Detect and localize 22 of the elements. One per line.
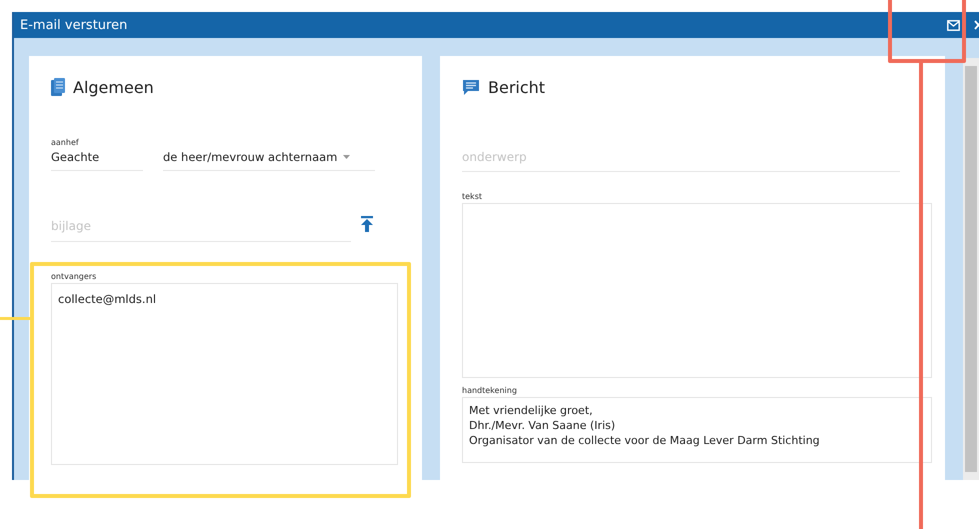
attachment-field[interactable]: bijlage — [51, 211, 351, 242]
leader-line — [0, 317, 30, 320]
mail-icon[interactable] — [947, 20, 960, 30]
signature-field[interactable]: Met vriendelijke groet, Dhr./Mevr. Van Saane (Iris) Organisator van de collecte voor de Maag Lever Darm Stichting — [462, 397, 932, 463]
salutation-dropdown[interactable]: de heer/mevrouw achternaam — [163, 147, 375, 171]
recipients-field[interactable]: collecte@mlds.nl — [51, 283, 398, 465]
caret-icon — [343, 154, 350, 158]
field-label: ontvangers — [51, 272, 96, 281]
upload-icon[interactable] — [361, 216, 373, 232]
chat-icon — [462, 78, 480, 96]
salutation-field[interactable]: aanhef Geachte — [51, 138, 143, 171]
section-title: Algemeen — [73, 78, 154, 96]
subject-field[interactable]: onderwerp — [462, 143, 900, 172]
field-label: tekst — [462, 192, 483, 201]
field-label: handtekening — [462, 386, 518, 395]
field-value: Geachte — [51, 150, 100, 164]
field-label: aanhef — [51, 138, 80, 147]
window-title: E-mail versturen — [20, 18, 128, 32]
scrollbar-thumb[interactable] — [965, 66, 977, 472]
section-title: Bericht — [488, 78, 546, 96]
document-icon — [51, 78, 65, 96]
scrollbar[interactable] — [963, 58, 979, 480]
